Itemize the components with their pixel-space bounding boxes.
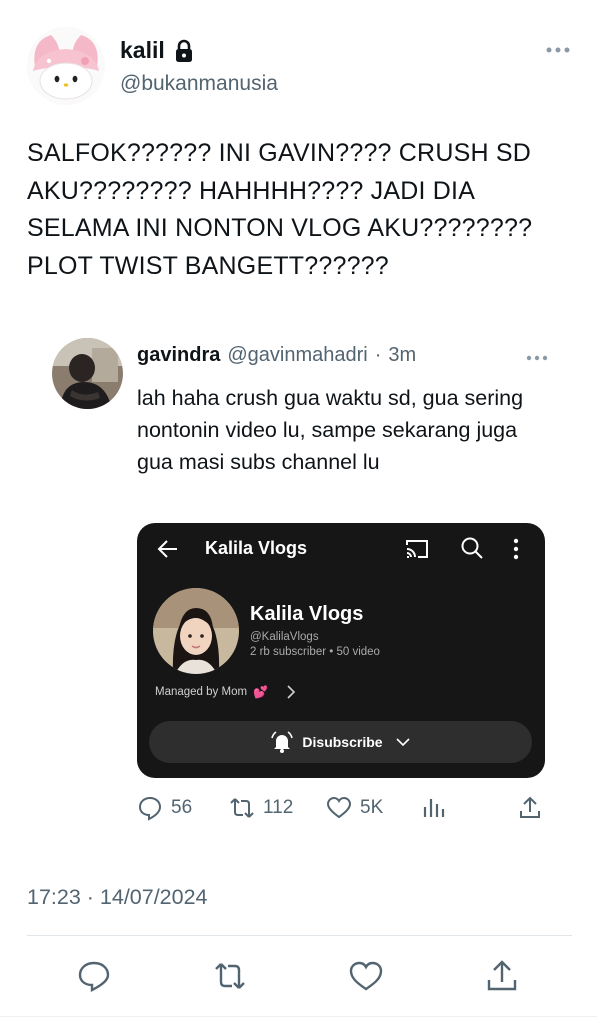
channel-handle: @KalilaVlogs	[250, 631, 319, 643]
reply-author-name[interactable]: gavindra	[137, 344, 220, 367]
reply-count: 56	[171, 797, 193, 818]
two-hearts-emoji: 💕	[253, 685, 268, 699]
channel-stats: 2 rb subscriber • 50 video	[250, 646, 380, 658]
embed-header-title: Kalila Vlogs	[205, 538, 308, 558]
chevron-right-icon	[284, 683, 298, 701]
attached-image[interactable]: Kalila Vlogs Kalila Vlogs @KalilaVlogs 2…	[137, 523, 545, 778]
reply-views-button[interactable]	[421, 793, 447, 823]
comment-icon	[78, 961, 110, 992]
retweet-icon	[230, 798, 254, 818]
reply-button[interactable]	[76, 958, 112, 994]
share-icon	[520, 796, 540, 818]
reply-avatar-photo	[52, 338, 123, 409]
reply-reply-button[interactable]: 56	[137, 793, 192, 823]
subscribed-label: Disubscribe	[302, 734, 383, 750]
reply-author-handle[interactable]: @gavinmahadri	[227, 344, 367, 367]
channel-name: Kalila Vlogs	[250, 603, 364, 625]
tweet-header: kalil @bukanmanusia	[0, 0, 597, 110]
share-icon	[487, 960, 517, 991]
reply-like-button[interactable]: 5K	[326, 793, 383, 823]
reply-more-options-icon[interactable]	[524, 350, 550, 366]
kebab-menu-icon	[510, 536, 522, 562]
reply-author-avatar[interactable]	[52, 338, 123, 409]
reply-meta: gavindra @gavinmahadri · 3m	[137, 344, 416, 367]
next-item-edge	[0, 1016, 597, 1024]
lock-icon	[173, 39, 195, 63]
reply-time[interactable]: 3m	[388, 344, 416, 367]
author-handle[interactable]: @bukanmanusia	[120, 72, 278, 96]
reply-share-button[interactable]	[517, 793, 543, 823]
analytics-icon	[423, 799, 445, 817]
reply-retweet-button[interactable]: 112	[229, 793, 293, 823]
author-avatar[interactable]	[27, 27, 105, 105]
reply-text: lah haha crush gua waktu sd, gua sering …	[137, 386, 524, 474]
reply-tweet[interactable]: gavindra @gavinmahadri · 3m lah haha cru…	[0, 335, 597, 835]
retweet-count: 112	[263, 797, 294, 818]
author-display-name[interactable]: kalil	[120, 37, 165, 64]
retweet-button[interactable]	[212, 958, 248, 994]
reply-action-bar: 56 112 5K	[137, 793, 547, 823]
tweet-timestamp[interactable]: 17:23 · 14/07/2024	[27, 885, 208, 910]
cast-icon	[404, 537, 430, 561]
search-icon	[459, 535, 485, 561]
more-options-icon[interactable]	[543, 40, 573, 60]
managed-by-text: Managed by Mom	[155, 686, 248, 698]
chevron-down-icon	[395, 735, 411, 749]
reply-separator: ·	[374, 344, 382, 366]
divider	[27, 935, 572, 936]
back-arrow-icon	[155, 536, 181, 562]
tweet-text: SALFOK?????? INI GAVIN???? CRUSH SD AKU?…	[27, 139, 533, 280]
author-name-row: kalil	[120, 37, 195, 64]
like-button[interactable]	[348, 958, 384, 994]
comment-icon	[138, 796, 162, 821]
heart-icon	[349, 961, 383, 991]
bell-icon	[270, 730, 294, 754]
share-button[interactable]	[484, 958, 520, 994]
retweet-icon	[215, 963, 245, 989]
like-count: 5K	[360, 797, 384, 818]
my-melody-avatar-image	[27, 27, 105, 105]
subscribed-button: Disubscribe	[149, 721, 532, 763]
channel-avatar	[153, 588, 239, 674]
tweet-action-bar	[0, 950, 597, 1005]
heart-icon	[326, 796, 352, 819]
managed-by-row: Managed by Mom 💕	[155, 683, 298, 701]
